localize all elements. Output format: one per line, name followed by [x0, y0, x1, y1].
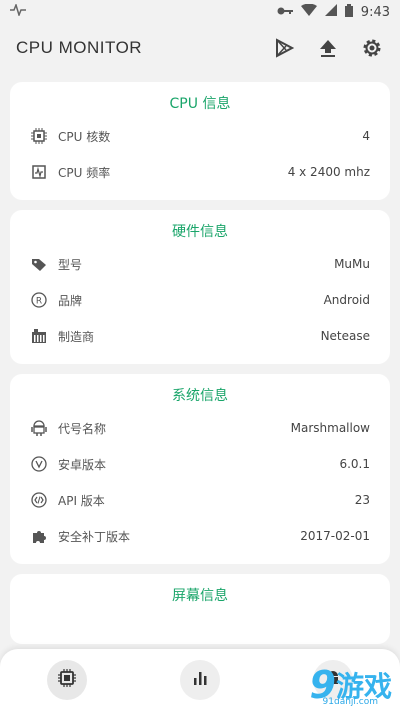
settings-gear-icon[interactable]	[360, 36, 384, 60]
row-manufacturer: 制造商 Netease	[30, 318, 370, 354]
row-model: 型号 MuMu	[30, 246, 370, 282]
bar-chart-icon	[191, 669, 209, 691]
row-label: 品牌	[58, 293, 83, 308]
hardware-info-card: 硬件信息 型号 MuMu R 品牌 Android 制造商 Netease	[10, 210, 390, 364]
row-codename: 代号名称 Marshmallow	[30, 410, 370, 446]
factory-icon	[30, 327, 48, 345]
chip-icon	[30, 127, 48, 145]
row-security-patch: 安全补丁版本 2017-02-01	[30, 518, 370, 554]
nav-cpu-button[interactable]	[46, 660, 87, 700]
row-value: 23	[354, 493, 370, 507]
row-label: API 版本	[58, 493, 105, 508]
card-title-screen: 屏幕信息	[172, 588, 228, 604]
cpu-info-card: CPU 信息 CPU 核数 4 CPU 频率 4 x 2400 mhz	[10, 82, 390, 200]
puzzle-icon	[30, 527, 48, 545]
tag-icon	[30, 255, 48, 273]
registered-icon: R	[30, 291, 48, 309]
nav-stats-button[interactable]	[179, 660, 220, 700]
row-android-version: 安卓版本 6.0.1	[30, 446, 370, 482]
status-bar: 9:43	[0, 0, 400, 24]
row-cpu-cores: CPU 核数 4	[30, 118, 370, 154]
row-label: 安卓版本	[58, 457, 107, 472]
battery-icon	[344, 3, 353, 21]
system-info-card: 系统信息 代号名称 Marshmallow 安卓版本 6.0.1 API 版本 …	[10, 374, 390, 564]
watermark-url: 91danji.com	[322, 697, 378, 707]
android-icon	[30, 419, 48, 437]
row-label: 型号	[58, 257, 83, 272]
screen-info-card: 屏幕信息	[10, 574, 390, 644]
svg-text:R: R	[36, 297, 42, 307]
row-value: 4	[362, 129, 370, 143]
version-v-icon	[30, 455, 48, 473]
row-label: CPU 频率	[58, 165, 111, 180]
play-store-icon[interactable]	[272, 36, 296, 60]
signal-icon	[324, 4, 337, 20]
upload-icon[interactable]	[316, 36, 340, 60]
row-value: 2017-02-01	[300, 529, 370, 543]
row-label: 代号名称	[58, 421, 107, 436]
row-label: 制造商	[58, 329, 95, 344]
row-label: 安全补丁版本	[58, 529, 131, 544]
row-api-version: API 版本 23	[30, 482, 370, 518]
code-icon	[30, 491, 48, 509]
activity-icon	[10, 2, 26, 20]
card-title-system: 系统信息	[172, 388, 228, 404]
row-value: Netease	[320, 329, 370, 343]
card-title-hardware: 硬件信息	[172, 224, 228, 240]
row-value: 6.0.1	[339, 457, 370, 471]
wifi-icon	[300, 3, 317, 20]
row-cpu-frequency: CPU 频率 4 x 2400 mhz	[30, 154, 370, 190]
key-icon	[277, 5, 293, 20]
row-value: Android	[323, 293, 370, 307]
app-bar: CPU MONITOR	[0, 24, 400, 72]
row-brand: R 品牌 Android	[30, 282, 370, 318]
chip-icon	[57, 668, 77, 692]
status-time: 9:43	[360, 4, 390, 20]
watermark-logo: 9 游戏 91danji.com	[310, 663, 392, 707]
app-title: CPU MONITOR	[16, 38, 143, 57]
chip-frequency-icon	[30, 163, 48, 181]
row-value: MuMu	[334, 257, 370, 271]
row-label: CPU 核数	[58, 129, 111, 144]
row-value: Marshmallow	[290, 421, 370, 435]
row-value: 4 x 2400 mhz	[287, 165, 370, 179]
card-title-cpu: CPU 信息	[169, 96, 231, 112]
